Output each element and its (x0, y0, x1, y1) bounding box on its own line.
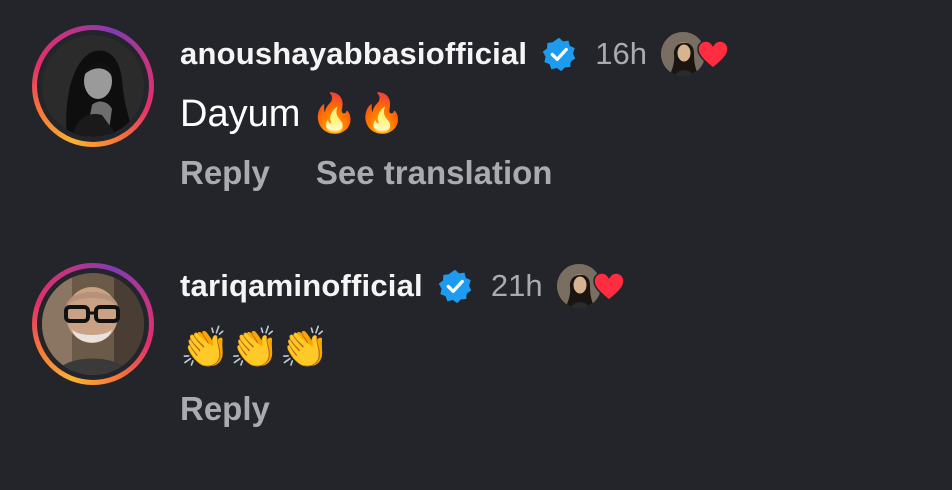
timestamp: 21h (490, 268, 543, 303)
timestamp: 16h (595, 36, 647, 71)
comment-text: 👏👏👏 (180, 326, 330, 370)
username[interactable]: anoushayabbasiofficial (180, 36, 527, 72)
verified-badge-icon (541, 36, 577, 72)
liked-by-creator-indicator (660, 30, 729, 78)
reply-button[interactable]: Reply (180, 154, 270, 192)
username[interactable]: tariqaminofficial (180, 268, 423, 304)
story-ring[interactable] (32, 263, 154, 385)
see-translation-button[interactable]: See translation (316, 154, 553, 192)
avatar[interactable] (42, 35, 144, 137)
reply-button[interactable]: Reply (180, 390, 270, 428)
avatar[interactable] (42, 273, 144, 375)
story-ring[interactable] (32, 25, 154, 147)
heart-icon (592, 272, 625, 302)
comment-text: Dayum 🔥🔥 (180, 93, 406, 135)
verified-badge-icon (437, 268, 473, 304)
liked-by-creator-indicator (556, 262, 625, 310)
heart-icon (697, 40, 729, 70)
